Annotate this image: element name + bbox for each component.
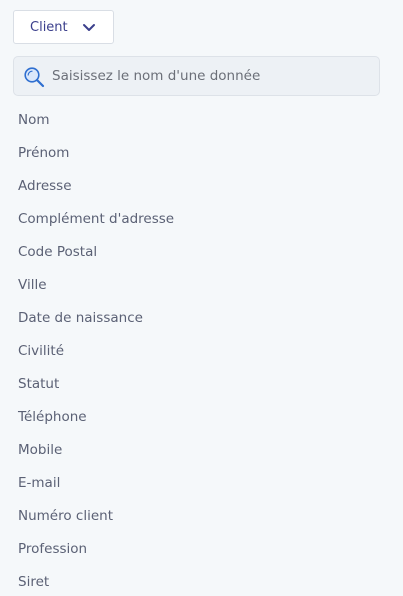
field-item-prenom[interactable]: Prénom bbox=[18, 137, 174, 170]
field-item-nom[interactable]: Nom bbox=[18, 104, 174, 137]
field-item-date-naissance[interactable]: Date de naissance bbox=[18, 302, 174, 335]
field-item-ville[interactable]: Ville bbox=[18, 269, 174, 302]
field-item-statut[interactable]: Statut bbox=[18, 368, 174, 401]
field-item-email[interactable]: E-mail bbox=[18, 467, 174, 500]
search-input[interactable] bbox=[52, 57, 372, 95]
search-field[interactable] bbox=[13, 56, 380, 96]
entity-type-dropdown[interactable]: Client bbox=[13, 10, 114, 44]
field-item-adresse[interactable]: Adresse bbox=[18, 170, 174, 203]
field-item-complement-adresse[interactable]: Complément d'adresse bbox=[18, 203, 174, 236]
field-item-siret[interactable]: Siret bbox=[18, 566, 174, 596]
search-icon bbox=[24, 67, 45, 88]
field-item-mobile[interactable]: Mobile bbox=[18, 434, 174, 467]
field-item-civilite[interactable]: Civilité bbox=[18, 335, 174, 368]
field-item-telephone[interactable]: Téléphone bbox=[18, 401, 174, 434]
field-item-numero-client[interactable]: Numéro client bbox=[18, 500, 174, 533]
field-item-code-postal[interactable]: Code Postal bbox=[18, 236, 174, 269]
field-list: Nom Prénom Adresse Complément d'adresse … bbox=[18, 104, 174, 596]
field-picker-panel: Client Nom Prénom Adresse Complément d'a… bbox=[0, 0, 403, 596]
chevron-down-icon bbox=[83, 24, 95, 31]
entity-type-label: Client bbox=[30, 19, 68, 35]
field-item-profession[interactable]: Profession bbox=[18, 533, 174, 566]
